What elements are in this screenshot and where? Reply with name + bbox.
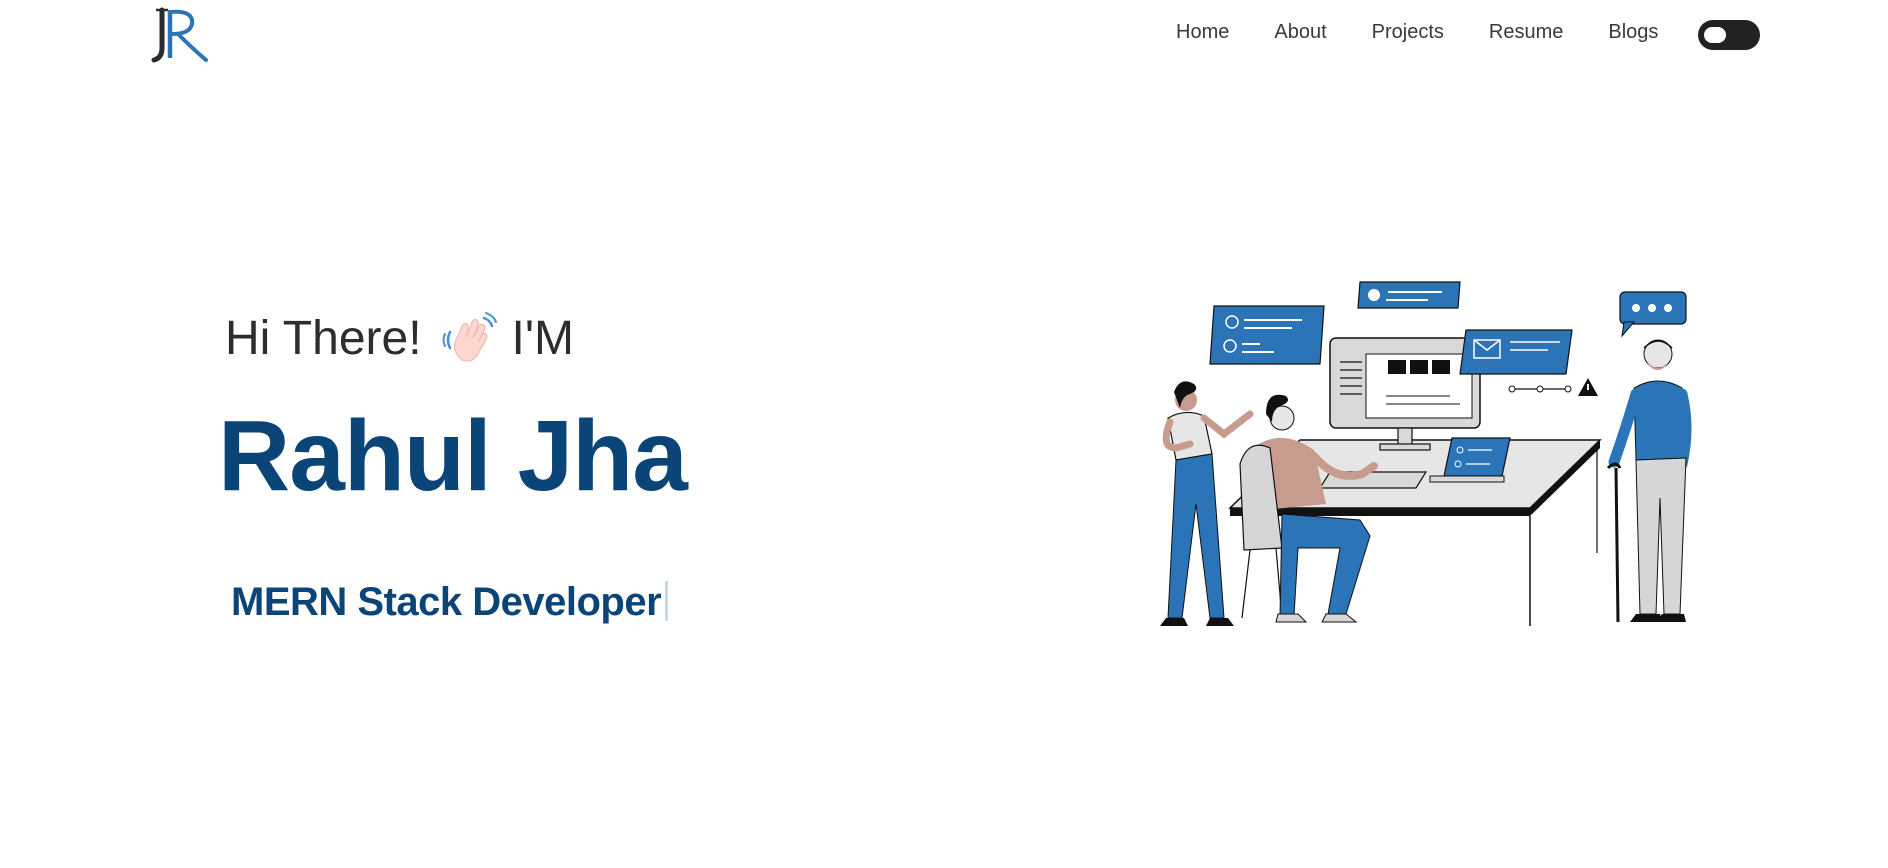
- home-page: Home About Projects Resume Blogs Hi Ther…: [0, 0, 1888, 868]
- nav-link-home[interactable]: Home: [1176, 20, 1229, 44]
- typing-cursor: [665, 581, 669, 621]
- nav-link-about[interactable]: About: [1274, 20, 1326, 44]
- nav-link-blogs[interactable]: Blogs: [1608, 20, 1658, 44]
- developers-at-computer-illustration: [1130, 278, 1720, 628]
- hero-name: Rahul Jha: [218, 400, 688, 512]
- greeting: Hi There! I'M: [225, 308, 574, 368]
- waving-hand-icon: [442, 310, 498, 366]
- theme-toggle[interactable]: [1698, 20, 1760, 50]
- greeting-suffix: I'M: [511, 311, 575, 365]
- role-text: MERN Stack Developer: [231, 580, 662, 624]
- hero-role: MERN Stack Developer: [231, 578, 669, 626]
- navbar: Home About Projects Resume Blogs: [0, 0, 1888, 64]
- nav-link-projects[interactable]: Projects: [1372, 20, 1444, 44]
- nav-links: Home About Projects Resume Blogs: [1176, 20, 1658, 44]
- greeting-prefix: Hi There!: [225, 311, 422, 365]
- nav-link-resume[interactable]: Resume: [1489, 20, 1563, 44]
- toggle-switch-icon: [1704, 27, 1726, 43]
- logo[interactable]: [148, 4, 212, 64]
